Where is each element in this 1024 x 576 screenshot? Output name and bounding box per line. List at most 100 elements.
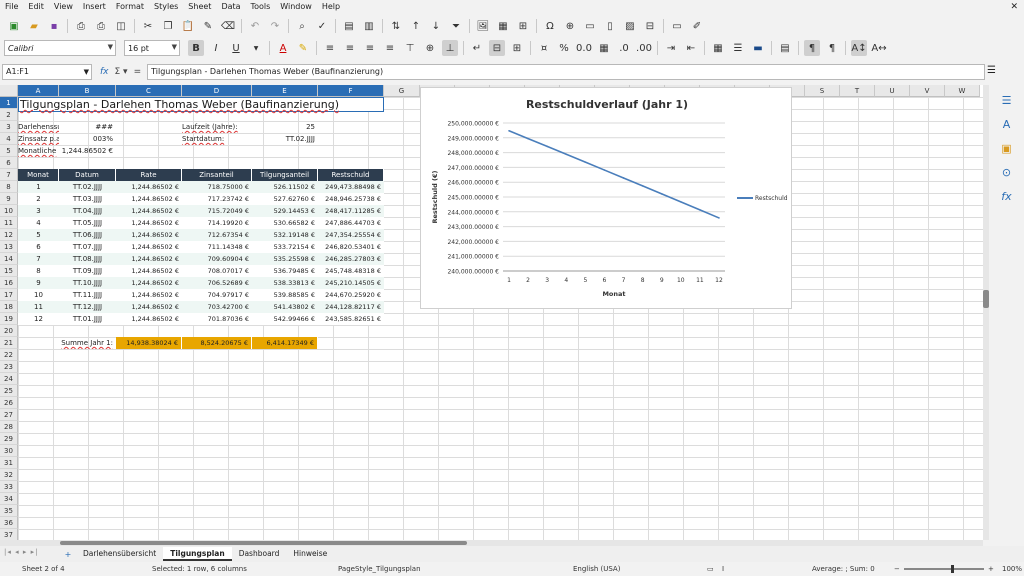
row-header-31[interactable]: 31 [0,457,18,469]
menu-help[interactable]: Help [317,0,345,14]
row-header-25[interactable]: 25 [0,385,18,397]
row-header-26[interactable]: 26 [0,397,18,409]
save-icon[interactable]: ▪ [46,18,62,34]
underline-dropdown-icon[interactable]: ▼ [248,40,264,56]
column-header-g[interactable]: G [384,85,420,97]
column-header-s[interactable]: S [805,85,840,97]
menu-window[interactable]: Window [275,0,317,14]
function-wizard-icon[interactable]: fx [100,67,109,77]
undo-icon[interactable]: ↶ [247,18,263,34]
insert-image-icon[interactable]: 🖼 [475,18,491,34]
align-left-icon[interactable]: ≡ [322,40,338,56]
font-name-combo[interactable]: Calibri ▼ [4,40,116,56]
row-icon[interactable]: ▤ [341,18,357,34]
row-header-13[interactable]: 13 [0,241,18,253]
menu-tools[interactable]: Tools [246,0,276,14]
menu-view[interactable]: View [49,0,78,14]
unmerge-icon[interactable]: ⊞ [509,40,525,56]
new-document-icon[interactable]: ▣ [6,18,22,34]
clear-formatting-icon[interactable]: ⌫ [220,18,236,34]
add-decimal-icon[interactable]: .0 [616,40,632,56]
sheet-tab[interactable]: Tilgungsplan [163,547,232,561]
conditional-format-icon[interactable]: ▤ [777,40,793,56]
increase-indent-icon[interactable]: ⇥ [663,40,679,56]
row-header-22[interactable]: 22 [0,349,18,361]
cut-icon[interactable]: ✂ [140,18,156,34]
export-pdf-icon[interactable]: ⎙ [73,18,89,34]
row-header-8[interactable]: 8 [0,181,18,193]
copy-icon[interactable]: ❐ [160,18,176,34]
styles-icon[interactable]: A [998,115,1016,133]
number-format-icon[interactable]: 0.0 [576,40,592,56]
print-icon[interactable]: ⎙ [93,18,109,34]
row-header-18[interactable]: 18 [0,301,18,313]
underline-icon[interactable]: U [228,40,244,56]
sort-descending-icon[interactable]: ↓ [428,18,444,34]
row-header-24[interactable]: 24 [0,373,18,385]
bold-icon[interactable]: B [188,40,204,56]
pivot-table-icon[interactable]: ⊞ [515,18,531,34]
rtl-direction-icon[interactable]: ¶ [824,40,840,56]
row-header-16[interactable]: 16 [0,277,18,289]
menu-data[interactable]: Data [216,0,245,14]
border-style-icon[interactable]: ☰ [730,40,746,56]
functions-icon[interactable]: fx [998,187,1016,205]
row-header-9[interactable]: 9 [0,193,18,205]
properties-icon[interactable]: ☰ [998,91,1016,109]
highlighting-icon[interactable]: ✎ [295,40,311,56]
column-header-u[interactable]: U [875,85,910,97]
paste-icon[interactable]: 📋 [180,18,196,34]
sheet-tab[interactable]: Dashboard [232,547,287,561]
special-character-icon[interactable]: Ω [542,18,558,34]
column-header-v[interactable]: V [910,85,945,97]
row-header-5[interactable]: 5 [0,145,18,157]
row-header-2[interactable]: 2 [0,109,18,121]
row-header-7[interactable]: 7 [0,169,18,181]
show-draw-functions-icon[interactable]: ✐ [689,18,705,34]
row-header-20[interactable]: 20 [0,325,18,337]
define-print-area-icon[interactable]: ▨ [622,18,638,34]
comment-icon[interactable]: ▭ [582,18,598,34]
menu-insert[interactable]: Insert [78,0,111,14]
row-header-27[interactable]: 27 [0,409,18,421]
open-folder-icon[interactable]: ▰ [26,18,42,34]
menu-edit[interactable]: Edit [23,0,49,14]
border-color-icon[interactable]: ▬ [750,40,766,56]
wrap-text-icon[interactable]: ↵ [469,40,485,56]
title-cell[interactable]: Tilgungsplan - Darlehen Thomas Weber (Ba… [18,97,384,112]
justify-icon[interactable]: ≡ [382,40,398,56]
menu-styles[interactable]: Styles [149,0,183,14]
align-right-icon[interactable]: ≡ [362,40,378,56]
zoom-level[interactable]: 100% [1002,562,1022,576]
split-window-icon[interactable]: ▭ [669,18,685,34]
percent-format-icon[interactable]: % [556,40,572,56]
row-header-14[interactable]: 14 [0,253,18,265]
column-header-t[interactable]: T [840,85,875,97]
sheet-tab[interactable]: Hinweise [286,547,334,561]
selection-mode-icon[interactable]: ▭ [707,562,714,576]
status-language[interactable]: English (USA) [573,562,620,576]
zoom-slider[interactable] [904,568,984,570]
sum-icon[interactable]: Σ ▾ [115,67,128,77]
column-header-f[interactable]: F [318,85,384,97]
restschuld-chart[interactable]: Restschuldverlauf (Jahr 1) 240,000.00000 … [420,87,792,309]
text-direction-icon[interactable]: A↕ [851,40,867,56]
delete-decimal-icon[interactable]: .00 [636,40,652,56]
redo-icon[interactable]: ↷ [267,18,283,34]
zoom-in-icon[interactable]: + [988,562,994,576]
sheet-tab[interactable]: Darlehensübersicht [76,547,163,561]
clone-formatting-icon[interactable]: ✎ [200,18,216,34]
row-header-17[interactable]: 17 [0,289,18,301]
row-header-21[interactable]: 21 [0,337,18,349]
freeze-rows-columns-icon[interactable]: ⊟ [642,18,658,34]
borders-icon[interactable]: ▦ [710,40,726,56]
row-header-37[interactable]: 37 [0,529,18,540]
column-header-a[interactable]: A [18,85,59,97]
row-header-36[interactable]: 36 [0,517,18,529]
menu-file[interactable]: File [0,0,23,14]
zoom-knob[interactable] [951,565,954,573]
row-header-1[interactable]: 1 [0,97,18,109]
headers-footers-icon[interactable]: ▯ [602,18,618,34]
row-header-4[interactable]: 4 [0,133,18,145]
row-header-12[interactable]: 12 [0,229,18,241]
